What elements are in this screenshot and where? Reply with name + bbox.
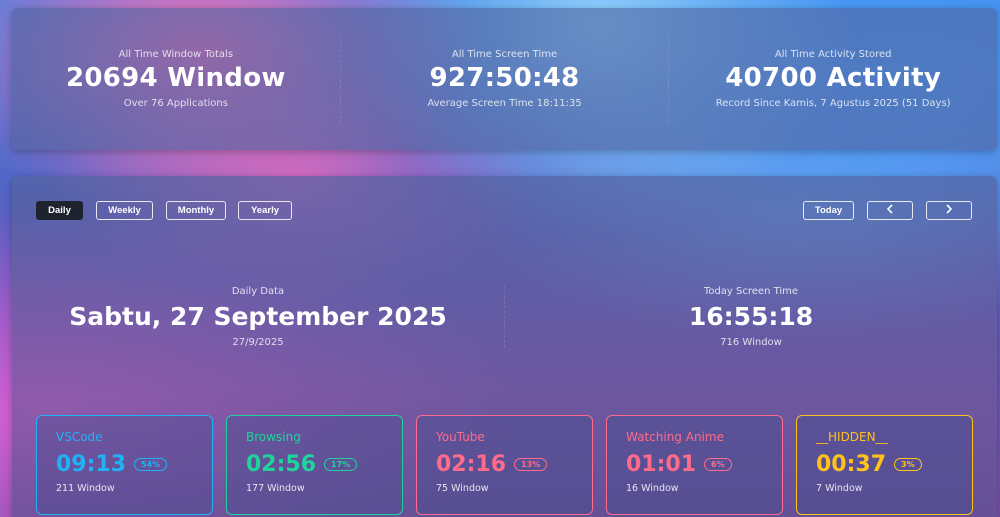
detail-panel: Daily Weekly Monthly Yearly Today Daily … — [12, 176, 997, 517]
period-monthly-button[interactable]: Monthly — [166, 201, 226, 220]
chevron-right-icon — [945, 204, 953, 217]
category-time: 00:37 — [816, 452, 887, 477]
category-card-hidden[interactable]: __HIDDEN__ 00:37 3% 7 Window — [796, 415, 973, 515]
category-name: Watching Anime — [626, 430, 724, 444]
current-date-short: 27/9/2025 — [232, 337, 284, 348]
stat-window-totals: All Time Window Totals 20694 Window Over… — [12, 34, 341, 124]
today-screen-time: 16:55:18 — [688, 302, 814, 331]
category-percent-badge: 6% — [704, 458, 732, 471]
category-card-vscode[interactable]: VSCode 09:13 54% 211 Window — [36, 415, 213, 515]
stat-value: 40700 Activity — [725, 63, 942, 94]
category-name: Browsing — [246, 430, 301, 444]
stat-label: All Time Window Totals — [118, 49, 234, 61]
prev-button[interactable] — [867, 201, 913, 220]
category-time: 02:56 — [246, 452, 317, 477]
stat-sub: Record Since Kamis, 7 Agustus 2025 (51 D… — [715, 97, 951, 109]
category-percent-badge: 3% — [894, 458, 922, 471]
category-name: VSCode — [56, 430, 103, 444]
category-card-watching-anime[interactable]: Watching Anime 01:01 6% 16 Window — [606, 415, 783, 515]
summary-panel: All Time Window Totals 20694 Window Over… — [12, 8, 997, 150]
category-percent-badge: 17% — [324, 458, 358, 471]
category-time: 02:16 — [436, 452, 507, 477]
period-daily-button[interactable]: Daily — [36, 201, 83, 220]
category-window-count: 16 Window — [626, 483, 679, 494]
category-time: 01:01 — [626, 452, 697, 477]
stat-screen-time: All Time Screen Time 927:50:48 Average S… — [341, 34, 670, 124]
chevron-left-icon — [886, 204, 894, 217]
current-date: Sabtu, 27 September 2025 — [69, 302, 447, 331]
category-window-count: 211 Window — [56, 483, 115, 494]
category-name: YouTube — [436, 430, 485, 444]
category-percent-badge: 54% — [134, 458, 168, 471]
today-window-count: 716 Window — [720, 337, 782, 348]
category-card-browsing[interactable]: Browsing 02:56 17% 177 Window — [226, 415, 403, 515]
category-time: 09:13 — [56, 452, 127, 477]
stat-sub: Over 76 Applications — [123, 97, 228, 109]
category-window-count: 75 Window — [436, 483, 489, 494]
category-window-count: 177 Window — [246, 483, 305, 494]
today-button[interactable]: Today — [803, 201, 854, 220]
daily-data-block: Daily Data Sabtu, 27 September 2025 27/9… — [12, 286, 504, 348]
stat-value: 927:50:48 — [429, 63, 580, 94]
category-percent-badge: 13% — [514, 458, 548, 471]
stat-label: All Time Screen Time — [451, 49, 558, 61]
today-screen-time-label: Today Screen Time — [703, 286, 799, 297]
next-button[interactable] — [926, 201, 972, 220]
category-card-youtube[interactable]: YouTube 02:16 13% 75 Window — [416, 415, 593, 515]
daily-data-label: Daily Data — [231, 286, 285, 297]
category-name: __HIDDEN__ — [816, 430, 888, 444]
period-weekly-button[interactable]: Weekly — [96, 201, 153, 220]
stat-sub: Average Screen Time 18:11:35 — [427, 97, 582, 109]
today-screen-time-block: Today Screen Time 16:55:18 716 Window — [504, 286, 997, 348]
period-yearly-button[interactable]: Yearly — [238, 201, 292, 220]
category-window-count: 7 Window — [816, 483, 863, 494]
stat-label: All Time Activity Stored — [774, 49, 892, 61]
stat-value: 20694 Window — [65, 63, 286, 94]
stat-activity-stored: All Time Activity Stored 40700 Activity … — [669, 34, 997, 124]
category-cards: VSCode 09:13 54% 211 Window Browsing 02:… — [36, 415, 973, 515]
period-toolbar: Daily Weekly Monthly Yearly Today — [36, 201, 973, 221]
